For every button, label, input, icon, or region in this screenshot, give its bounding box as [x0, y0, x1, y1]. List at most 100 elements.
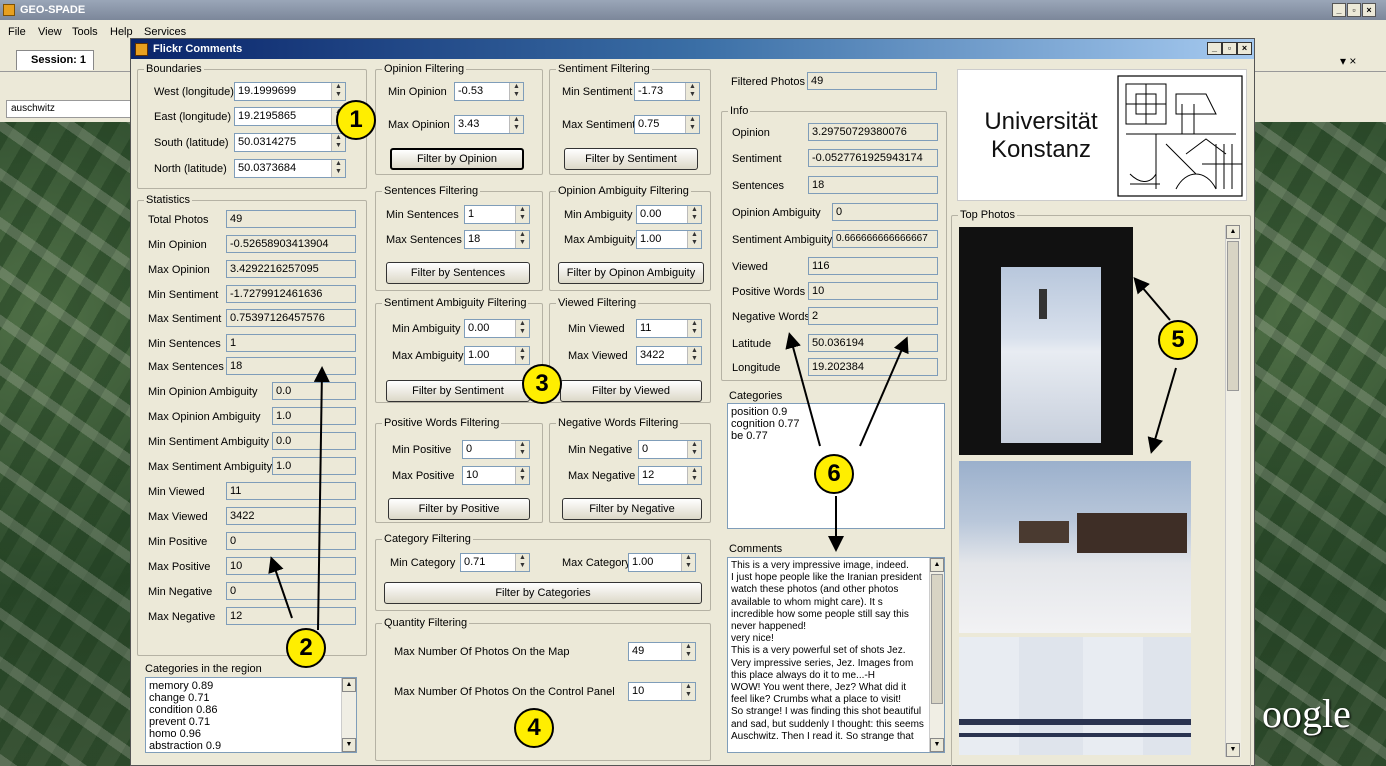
top-photo-1[interactable]	[959, 227, 1133, 455]
opinion-ambiguity-filter-label: Opinion Ambiguity Filtering	[556, 185, 691, 197]
spinner-arrows-icon[interactable]: ▲▼	[687, 467, 701, 484]
list-item[interactable]: prevent 0.71	[149, 716, 353, 728]
max-photos-panel-spinner[interactable]: 10 ▲ ▼	[628, 682, 696, 701]
menu-file[interactable]: File	[8, 26, 26, 38]
list-item[interactable]: cognition 0.77	[731, 418, 941, 430]
spinner-arrows-icon[interactable]: ▲▼	[687, 441, 701, 458]
top-photos-scrollbar[interactable]: ▲ ▼	[1225, 225, 1241, 757]
list-item[interactable]: condition 0.86	[149, 704, 353, 716]
filter-by-negative-button[interactable]: Filter by Negative	[562, 498, 702, 520]
min-positive-spinner[interactable]: 0 ▲ ▼	[462, 440, 530, 459]
map-view-right[interactable]	[1255, 122, 1386, 766]
min-sentences-spinner[interactable]: 1 ▲ ▼	[464, 205, 530, 224]
spinner-arrows-icon[interactable]: ▲▼	[687, 231, 701, 248]
menu-view[interactable]: View	[38, 26, 62, 38]
comments-scrollbar[interactable]: ▲ ▼	[929, 558, 944, 752]
spinner-arrows-icon[interactable]: ▲▼	[685, 116, 699, 133]
top-photo-3[interactable]	[959, 637, 1191, 755]
list-item[interactable]: be 0.77	[731, 430, 941, 442]
menu-help[interactable]: Help	[110, 26, 133, 38]
list-item[interactable]: abstraction 0.9	[149, 740, 353, 752]
max-sentences-spinner[interactable]: 18 ▲ ▼	[464, 230, 530, 249]
list-item[interactable]: memory 0.89	[149, 680, 353, 692]
sentences-filter-group: Sentences Filtering Min Sentences 1 ▲ ▼ Ma…	[375, 185, 543, 291]
min-opinion-ambiguity-spinner[interactable]: 0.00 ▲ ▼	[636, 205, 702, 224]
filter-by-categories-button[interactable]: Filter by Categories	[384, 582, 702, 604]
dialog-minimize-button[interactable]: _	[1207, 42, 1222, 55]
spinner-arrows-icon[interactable]: ▲▼	[515, 206, 529, 223]
max-opinion-ambiguity-spinner[interactable]: 1.00 ▲ ▼	[636, 230, 702, 249]
max-sentiment-spinner[interactable]: 0.75 ▲ ▼	[634, 115, 700, 134]
app-maximize-button[interactable]: ▫	[1347, 3, 1361, 17]
top-photo-2[interactable]	[959, 461, 1191, 633]
spinner-arrows-icon[interactable]: ▲▼	[685, 83, 699, 100]
region-categories-scrollbar[interactable]: ▲ ▼	[341, 678, 356, 752]
spinner-arrows-icon[interactable]: ▲▼	[515, 347, 529, 364]
boundaries-group: Boundaries West (longitude) 19.1999699 ▲ ▼…	[137, 63, 367, 189]
south-latitude-spinner[interactable]: 50.0314275 ▲ ▼	[234, 133, 346, 152]
max-opinion-spinner[interactable]: 3.43 ▲ ▼	[454, 115, 524, 134]
max-sentiment-ambiguity-spinner[interactable]: 1.00 ▲ ▼	[464, 346, 530, 365]
filter-by-sentiment-ambiguity-button[interactable]: Filter by Sentiment	[386, 380, 530, 402]
min-viewed-spinner[interactable]: 11 ▲ ▼	[636, 319, 702, 338]
spinner-arrows-icon[interactable]: ▲▼	[509, 83, 523, 100]
scroll-up-icon[interactable]: ▲	[1226, 225, 1240, 239]
west-longitude-spinner[interactable]: 19.1999699 ▲ ▼	[234, 82, 346, 101]
east-longitude-spinner[interactable]: 19.2195865▲▼	[234, 107, 346, 126]
max-negative-spinner[interactable]: 12 ▲ ▼	[638, 466, 702, 485]
filter-by-opinion-ambiguity-button[interactable]: Filter by Opinon Ambiguity	[558, 262, 704, 284]
scroll-up-icon[interactable]: ▲	[930, 558, 944, 572]
scroll-down-icon[interactable]: ▼	[1226, 743, 1240, 757]
menu-tools[interactable]: Tools	[72, 26, 98, 38]
spinner-arrows-icon[interactable]: ▲▼	[331, 134, 345, 151]
spinner-arrows-icon[interactable]: ▲▼	[515, 467, 529, 484]
scroll-down-icon[interactable]: ▼	[930, 738, 944, 752]
spinner-arrows-icon[interactable]: ▲▼	[515, 231, 529, 248]
min-category-spinner[interactable]: 0.71 ▲ ▼	[460, 553, 530, 572]
list-item[interactable]: change 0.71	[149, 692, 353, 704]
filter-by-viewed-button[interactable]: Filter by Viewed	[560, 380, 702, 402]
north-latitude-spinner[interactable]: 50.0373684 ▲ ▼	[234, 159, 346, 178]
scroll-thumb[interactable]	[1227, 241, 1239, 391]
spinner-arrows-icon[interactable]: ▲▼	[515, 554, 529, 571]
filter-by-positive-button[interactable]: Filter by Positive	[388, 498, 530, 520]
filter-by-sentences-button[interactable]: Filter by Sentences	[386, 262, 530, 284]
tab-menu-icon[interactable]: ▾ ×	[1340, 54, 1356, 68]
scroll-down-icon[interactable]: ▼	[342, 738, 356, 752]
comments-list[interactable]: This is a very impressive image, indeed.…	[727, 557, 945, 753]
max-photos-map-spinner[interactable]: 49 ▲ ▼	[628, 642, 696, 661]
spinner-arrows-icon[interactable]: ▲▼	[509, 116, 523, 133]
max-viewed-spinner[interactable]: 3422 ▲ ▼	[636, 346, 702, 365]
spinner-arrows-icon[interactable]: ▲▼	[515, 320, 529, 337]
min-sentiment-ambiguity-spinner[interactable]: 0.00 ▲ ▼	[464, 319, 530, 338]
search-input[interactable]: auschwitz	[6, 100, 134, 118]
spinner-arrows-icon[interactable]: ▲▼	[681, 554, 695, 571]
min-negative-spinner[interactable]: 0 ▲ ▼	[638, 440, 702, 459]
menu-services[interactable]: Services	[144, 26, 186, 38]
dialog-close-button[interactable]: ×	[1237, 42, 1252, 55]
list-item[interactable]: homo 0.96	[149, 728, 353, 740]
spinner-arrows-icon[interactable]: ▲▼	[331, 160, 345, 177]
spinner-arrows-icon[interactable]: ▲▼	[687, 320, 701, 337]
spinner-arrows-icon[interactable]: ▲▼	[515, 441, 529, 458]
region-categories-list[interactable]: memory 0.89 change 0.71 condition 0.86 p…	[145, 677, 357, 753]
scroll-up-icon[interactable]: ▲	[342, 678, 356, 692]
spinner-arrows-icon[interactable]: ▲▼	[331, 83, 345, 100]
dialog-maximize-button[interactable]: ▫	[1222, 42, 1237, 55]
min-sentiment-spinner[interactable]: -1.73 ▲ ▼	[634, 82, 700, 101]
app-close-button[interactable]: ×	[1362, 3, 1376, 17]
spinner-arrows-icon[interactable]: ▲▼	[687, 206, 701, 223]
filter-by-sentiment-button[interactable]: Filter by Sentiment	[564, 148, 698, 170]
max-category-spinner[interactable]: 1.00 ▲ ▼	[628, 553, 696, 572]
tab-session-1[interactable]: Session: 1	[16, 50, 94, 70]
app-minimize-button[interactable]: _	[1332, 3, 1346, 17]
max-positive-spinner[interactable]: 10 ▲ ▼	[462, 466, 530, 485]
spinner-arrows-icon[interactable]: ▲▼	[681, 683, 695, 700]
list-item[interactable]: position 0.9	[731, 406, 941, 418]
map-view-left[interactable]	[0, 122, 130, 766]
filter-by-opinion-button[interactable]: Filter by Opinion	[390, 148, 524, 170]
scroll-thumb[interactable]	[931, 574, 943, 704]
spinner-arrows-icon[interactable]: ▲▼	[687, 347, 701, 364]
min-opinion-spinner[interactable]: -0.53 ▲ ▼	[454, 82, 524, 101]
spinner-arrows-icon[interactable]: ▲▼	[681, 643, 695, 660]
